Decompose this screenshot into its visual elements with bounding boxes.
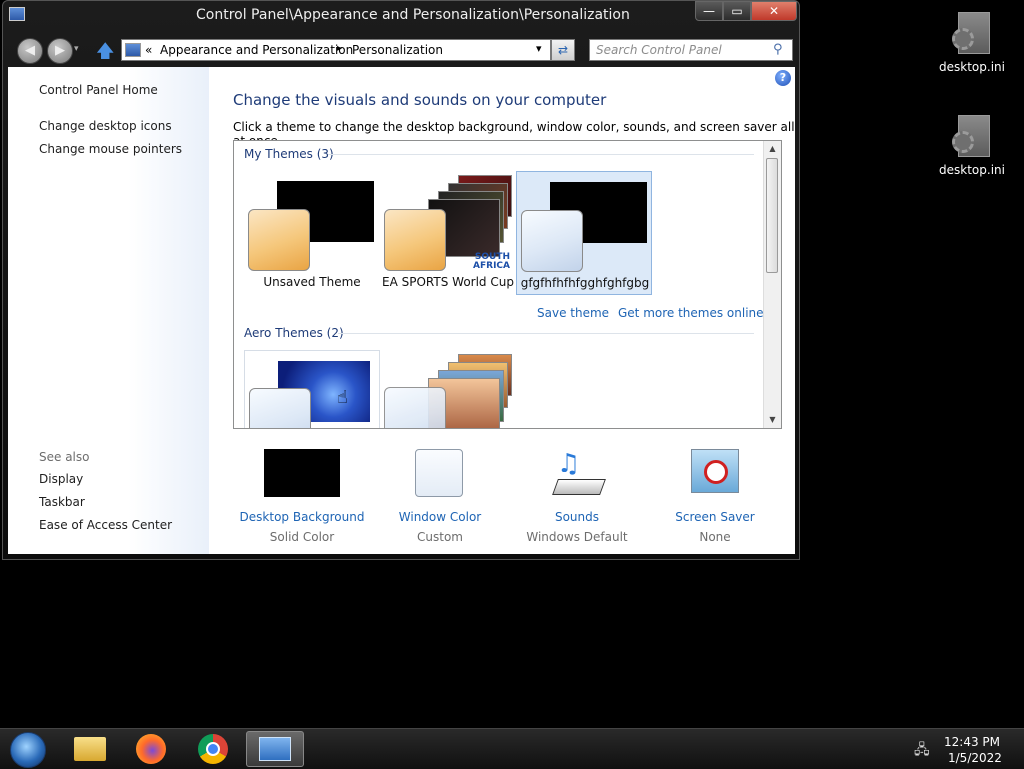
window-color-value: Custom [417,530,463,544]
theme-ea-sports[interactable]: SOUTH AFRICA EA SPORTS World Cup [380,171,516,295]
firefox-taskbar-icon[interactable] [124,731,178,767]
window-title: Control Panel\Appearance and Personaliza… [196,7,630,23]
window-color-swatch [521,210,583,272]
theme-custom-selected[interactable]: gfgfhfhfhfgghfghfgbg [516,171,652,295]
change-mouse-pointers-link[interactable]: Change mouse pointers [39,142,182,156]
minimize-button[interactable]: — [695,1,723,21]
see-also-label: See also [39,450,90,464]
network-icon[interactable]: 🖧 [914,739,930,763]
close-button[interactable]: ✕ [751,1,797,21]
breadcrumb-separator-icon[interactable]: ▸ [337,43,342,54]
theme-name: Unsaved Theme [263,275,361,289]
control-panel-icon [9,7,25,21]
screen-saver-value: None [699,530,731,544]
sounds-icon: ♫ [552,449,606,499]
control-panel-icon [125,43,141,57]
desktop-background-value: Solid Color [269,530,335,544]
taskbar: 🖧 12:43 PM 1/5/2022 [0,728,1024,769]
theme-aero-windows7[interactable]: ☝ [244,350,380,428]
theme-name: EA SPORTS World Cup [382,275,514,289]
theme-unsaved[interactable]: Unsaved Theme [244,171,380,295]
sounds-label[interactable]: Sounds [509,510,645,524]
recent-pages-chevron-icon[interactable]: ▾ [74,44,79,54]
address-bar[interactable]: « Appearance and Personalization ▸ Perso… [121,39,551,61]
divider [338,333,754,334]
chrome-taskbar-icon[interactable] [186,731,240,767]
window-color-swatch [384,387,446,428]
refresh-button[interactable]: ⇄ [551,39,575,61]
window-color-swatch [415,449,463,497]
scroll-down-arrow-icon[interactable]: ▼ [764,412,781,428]
desktop-background-label[interactable]: Desktop Background [234,510,370,524]
theme-aero-landscapes[interactable] [380,350,516,428]
breadcrumb-personalization[interactable]: Personalization [352,43,443,57]
forward-button[interactable]: ▶ [47,38,73,64]
content-area: Control Panel Home Change desktop icons … [8,67,795,554]
start-button[interactable] [4,731,48,768]
desktop-file-label: desktop.ini [939,60,1005,74]
address-dropdown-icon[interactable]: ▾ [536,42,542,55]
search-placeholder: Search Control Panel [596,43,722,57]
screen-saver-label[interactable]: Screen Saver [647,510,783,524]
theme-list[interactable]: My Themes (3) Unsaved Theme SOUTH AFRICA… [233,140,782,429]
file-explorer-taskbar-icon[interactable] [62,731,116,767]
help-icon[interactable]: ? [775,70,791,86]
aero-themes-header: Aero Themes (2) [244,326,344,340]
my-themes-header: My Themes (3) [244,147,334,161]
personalization-window: Control Panel\Appearance and Personaliza… [2,0,800,560]
theme-name: gfgfhfhfhfgghfghfgbg [520,276,650,290]
display-link[interactable]: Display [39,472,83,486]
up-arrow-icon[interactable]: 🡅 [96,39,115,69]
settings-file-icon [952,115,992,159]
desktop-file-label: desktop.ini [939,163,1005,177]
control-panel-taskbar-icon[interactable] [246,731,304,767]
save-theme-link[interactable]: Save theme [537,306,609,320]
window-color-label[interactable]: Window Color [372,510,508,524]
breadcrumb-overflow-icon[interactable]: « [145,43,152,57]
back-button[interactable]: ◀ [17,38,43,64]
taskbar-link[interactable]: Taskbar [39,495,85,509]
window-color-swatch [248,209,310,271]
divider [328,154,754,155]
search-input[interactable]: Search Control Panel ⚲ [589,39,793,61]
maximize-button[interactable]: ▭ [723,1,751,21]
window-color-swatch [384,209,446,271]
windows-logo-icon [10,732,46,768]
window-color-swatch [249,388,311,428]
sounds-value: Windows Default [526,530,628,544]
control-panel-home-link[interactable]: Control Panel Home [39,83,158,97]
settings-file-icon [952,12,992,56]
get-more-themes-link[interactable]: Get more themes online [618,306,764,320]
search-icon[interactable]: ⚲ [773,42,783,57]
left-pane: Control Panel Home Change desktop icons … [8,67,209,554]
south-africa-logo: SOUTH AFRICA [473,252,510,271]
change-desktop-icons-link[interactable]: Change desktop icons [39,119,172,133]
desktop-file-icon-1[interactable]: desktop.ini [937,12,1007,74]
clock-time[interactable]: 12:43 PM [944,735,1000,749]
breadcrumb-appearance[interactable]: Appearance and Personalization [160,43,353,57]
page-title: Change the visuals and sounds on your co… [233,91,607,109]
clock-date[interactable]: 1/5/2022 [948,751,1002,765]
hand-cursor-icon: ☝ [337,387,348,408]
desktop-file-icon-2[interactable]: desktop.ini [937,115,1007,177]
scroll-up-arrow-icon[interactable]: ▲ [764,141,781,157]
desktop-background-swatch [264,449,340,497]
screen-saver-icon [691,449,739,493]
ease-of-access-link[interactable]: Ease of Access Center [39,518,172,532]
scroll-thumb[interactable] [766,158,778,273]
theme-list-scrollbar[interactable]: ▲ ▼ [763,141,781,428]
